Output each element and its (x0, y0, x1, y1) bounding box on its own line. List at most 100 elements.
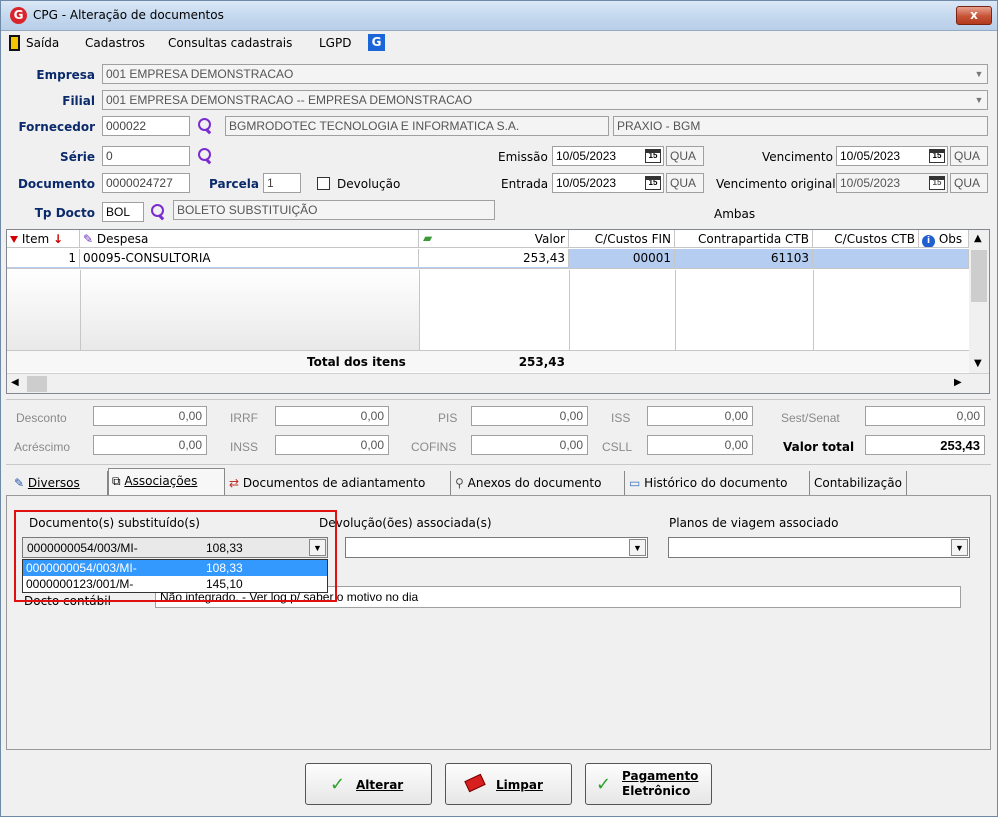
chevron-down-icon[interactable]: ▼ (629, 539, 646, 556)
fornecedor-code-input[interactable]: 000022 (102, 116, 190, 136)
entrada-day-field: QUA (666, 173, 704, 193)
grid-header-cctb[interactable]: C/Custos CTB (813, 230, 919, 248)
scroll-left-arrow-icon[interactable]: ◀ (11, 377, 19, 388)
desconto-input[interactable]: 0,00 (93, 406, 207, 426)
tabs-separator (6, 464, 991, 465)
serie-search-icon[interactable] (196, 147, 214, 165)
entrada-date-input[interactable]: 10/05/2023 15 (552, 173, 664, 193)
tab-anexos[interactable]: ⚲ Anexos do documento (452, 471, 625, 495)
inss-input[interactable]: 0,00 (275, 435, 389, 455)
devolucoes-label: Devolução(ões) associada(s) (319, 516, 492, 530)
cell-item[interactable]: 1 (7, 249, 80, 267)
items-grid[interactable]: Item ↓ ✎ Despesa ▰ Valor C/Custos FIN Co… (6, 229, 990, 394)
valor-total-label: Valor total (783, 440, 855, 454)
tab-documentos-adiantamento[interactable]: ⇄ Documentos de adiantamento (226, 471, 451, 495)
serie-input[interactable]: 0 (102, 146, 190, 166)
grid-header-obs-label: Obs (938, 232, 963, 246)
lgpd-logo-icon[interactable]: G (368, 34, 385, 51)
calendar-icon[interactable]: 15 (929, 176, 945, 190)
grid-header-despesa[interactable]: ✎ Despesa (80, 230, 419, 248)
scroll-right-arrow-icon[interactable]: ▶ (954, 377, 962, 388)
grid-vertical-scrollbar[interactable]: ▲ ▼ (969, 230, 989, 375)
scroll-up-arrow-icon[interactable]: ▲ (974, 233, 982, 244)
chevron-down-icon: ▼ (974, 69, 984, 79)
calendar-icon[interactable]: 15 (929, 149, 945, 163)
totals-separator (6, 399, 991, 400)
vencimento-date-input[interactable]: 10/05/2023 15 (836, 146, 948, 166)
vencimento-original-date-input[interactable]: 10/05/2023 15 (836, 173, 948, 193)
tab-associacoes[interactable]: ⧉ Associações (108, 468, 225, 496)
csll-input[interactable]: 0,00 (647, 435, 753, 455)
pencil-icon: ✎ (14, 476, 25, 490)
calendar-icon[interactable]: 15 (645, 149, 661, 163)
emissao-date-value: 10/05/2023 (556, 149, 617, 163)
tab-documentos-adiantamento-label: Documentos de adiantamento (242, 476, 426, 490)
vencimento-label: Vencimento (762, 150, 833, 164)
vencimento-day-field: QUA (950, 146, 988, 166)
grid-total-row: Total dos itens 253,43 (7, 350, 969, 372)
cell-despesa[interactable]: 00095-CONSULTORIA (80, 249, 419, 267)
sort-order-icon: ↓ (52, 232, 64, 246)
fornecedor-search-icon[interactable] (196, 117, 214, 135)
close-button[interactable]: x (956, 6, 992, 25)
menu-lgpd[interactable]: LGPD (319, 36, 351, 50)
window-title: CPG - Alteração de documentos (33, 8, 224, 22)
grid-horizontal-scrollbar[interactable]: ◀ ▶ (7, 373, 989, 393)
limpar-button[interactable]: Limpar (445, 763, 572, 805)
devolucoes-combo[interactable]: ▼ (345, 537, 648, 558)
cell-cfin[interactable]: 00001 (569, 249, 675, 267)
iss-label: ISS (611, 411, 631, 425)
scroll-thumb-horizontal[interactable] (27, 376, 47, 392)
tp-docto-search-icon[interactable] (149, 203, 167, 221)
sest-senat-input[interactable]: 0,00 (865, 406, 985, 426)
menu-bar: Saída Cadastros Consultas cadastrais LGP… (1, 32, 997, 54)
documento-input[interactable]: 0000024727 (102, 173, 190, 193)
tab-associacoes-label: Associações (124, 474, 198, 488)
total-items-label: Total dos itens (307, 355, 406, 369)
grid-header-cfin[interactable]: C/Custos FIN (569, 230, 675, 248)
planos-combo[interactable]: ▼ (668, 537, 970, 558)
chevron-down-icon[interactable]: ▼ (951, 539, 968, 556)
calendar-icon[interactable]: 15 (645, 176, 661, 190)
menu-consultas-cadastrais[interactable]: Consultas cadastrais (168, 36, 292, 50)
cell-contrapartida[interactable]: 61103 (675, 249, 813, 267)
pis-input[interactable]: 0,00 (471, 406, 588, 426)
iss-input[interactable]: 0,00 (647, 406, 753, 426)
table-row[interactable]: 1 00095-CONSULTORIA 253,43 00001 61103 (7, 249, 969, 269)
menu-saida[interactable]: Saída (26, 36, 59, 50)
eraser-icon (464, 773, 486, 793)
empresa-value: 001 EMPRESA DEMONSTRACAO (106, 67, 294, 81)
parcela-input[interactable]: 1 (263, 173, 301, 193)
tab-historico[interactable]: ▭ Histórico do documento (626, 471, 810, 495)
scroll-down-arrow-icon[interactable]: ▼ (974, 358, 982, 369)
money-icon: ▰ (423, 231, 433, 245)
emissao-date-input[interactable]: 10/05/2023 15 (552, 146, 664, 166)
grid-header-obs[interactable]: i Obs (919, 230, 969, 248)
cell-valor[interactable]: 253,43 (419, 249, 569, 267)
cofins-label: COFINS (411, 440, 457, 454)
grid-header-valor-label: Valor (534, 232, 565, 246)
valor-total-field: 253,43 (865, 435, 985, 455)
pagamento-eletronico-button[interactable]: ✓ Pagamento Eletrônico (585, 763, 712, 805)
tp-docto-desc-field: BOLETO SUBSTITUIÇÃO (173, 200, 495, 220)
grid-empty-area (7, 270, 419, 350)
grid-header-contrapartida[interactable]: Contrapartida CTB (675, 230, 813, 248)
tp-docto-input[interactable]: BOL (102, 202, 144, 222)
menu-cadastros[interactable]: Cadastros (85, 36, 145, 50)
tab-diversos[interactable]: ✎ Diversos (11, 471, 108, 495)
acrescimo-input[interactable]: 0,00 (93, 435, 207, 455)
filial-value: 001 EMPRESA DEMONSTRACAO -- EMPRESA DEMO… (106, 93, 473, 107)
devolucao-checkbox[interactable] (317, 177, 330, 190)
grid-col-divider (813, 270, 814, 350)
empresa-select[interactable]: 001 EMPRESA DEMONSTRACAO ▼ (102, 64, 988, 84)
filial-select[interactable]: 001 EMPRESA DEMONSTRACAO -- EMPRESA DEMO… (102, 90, 988, 110)
scroll-thumb[interactable] (971, 250, 987, 302)
cofins-input[interactable]: 0,00 (471, 435, 588, 455)
grid-header-item[interactable]: Item ↓ (7, 230, 80, 248)
cell-cctb[interactable] (813, 249, 969, 267)
serie-label: Série (60, 150, 95, 164)
alterar-button[interactable]: ✓ Alterar (305, 763, 432, 805)
irrf-input[interactable]: 0,00 (275, 406, 389, 426)
grid-header-valor[interactable]: ▰ Valor (419, 230, 569, 248)
tab-contabilizacao[interactable]: Contabilização (811, 471, 907, 495)
